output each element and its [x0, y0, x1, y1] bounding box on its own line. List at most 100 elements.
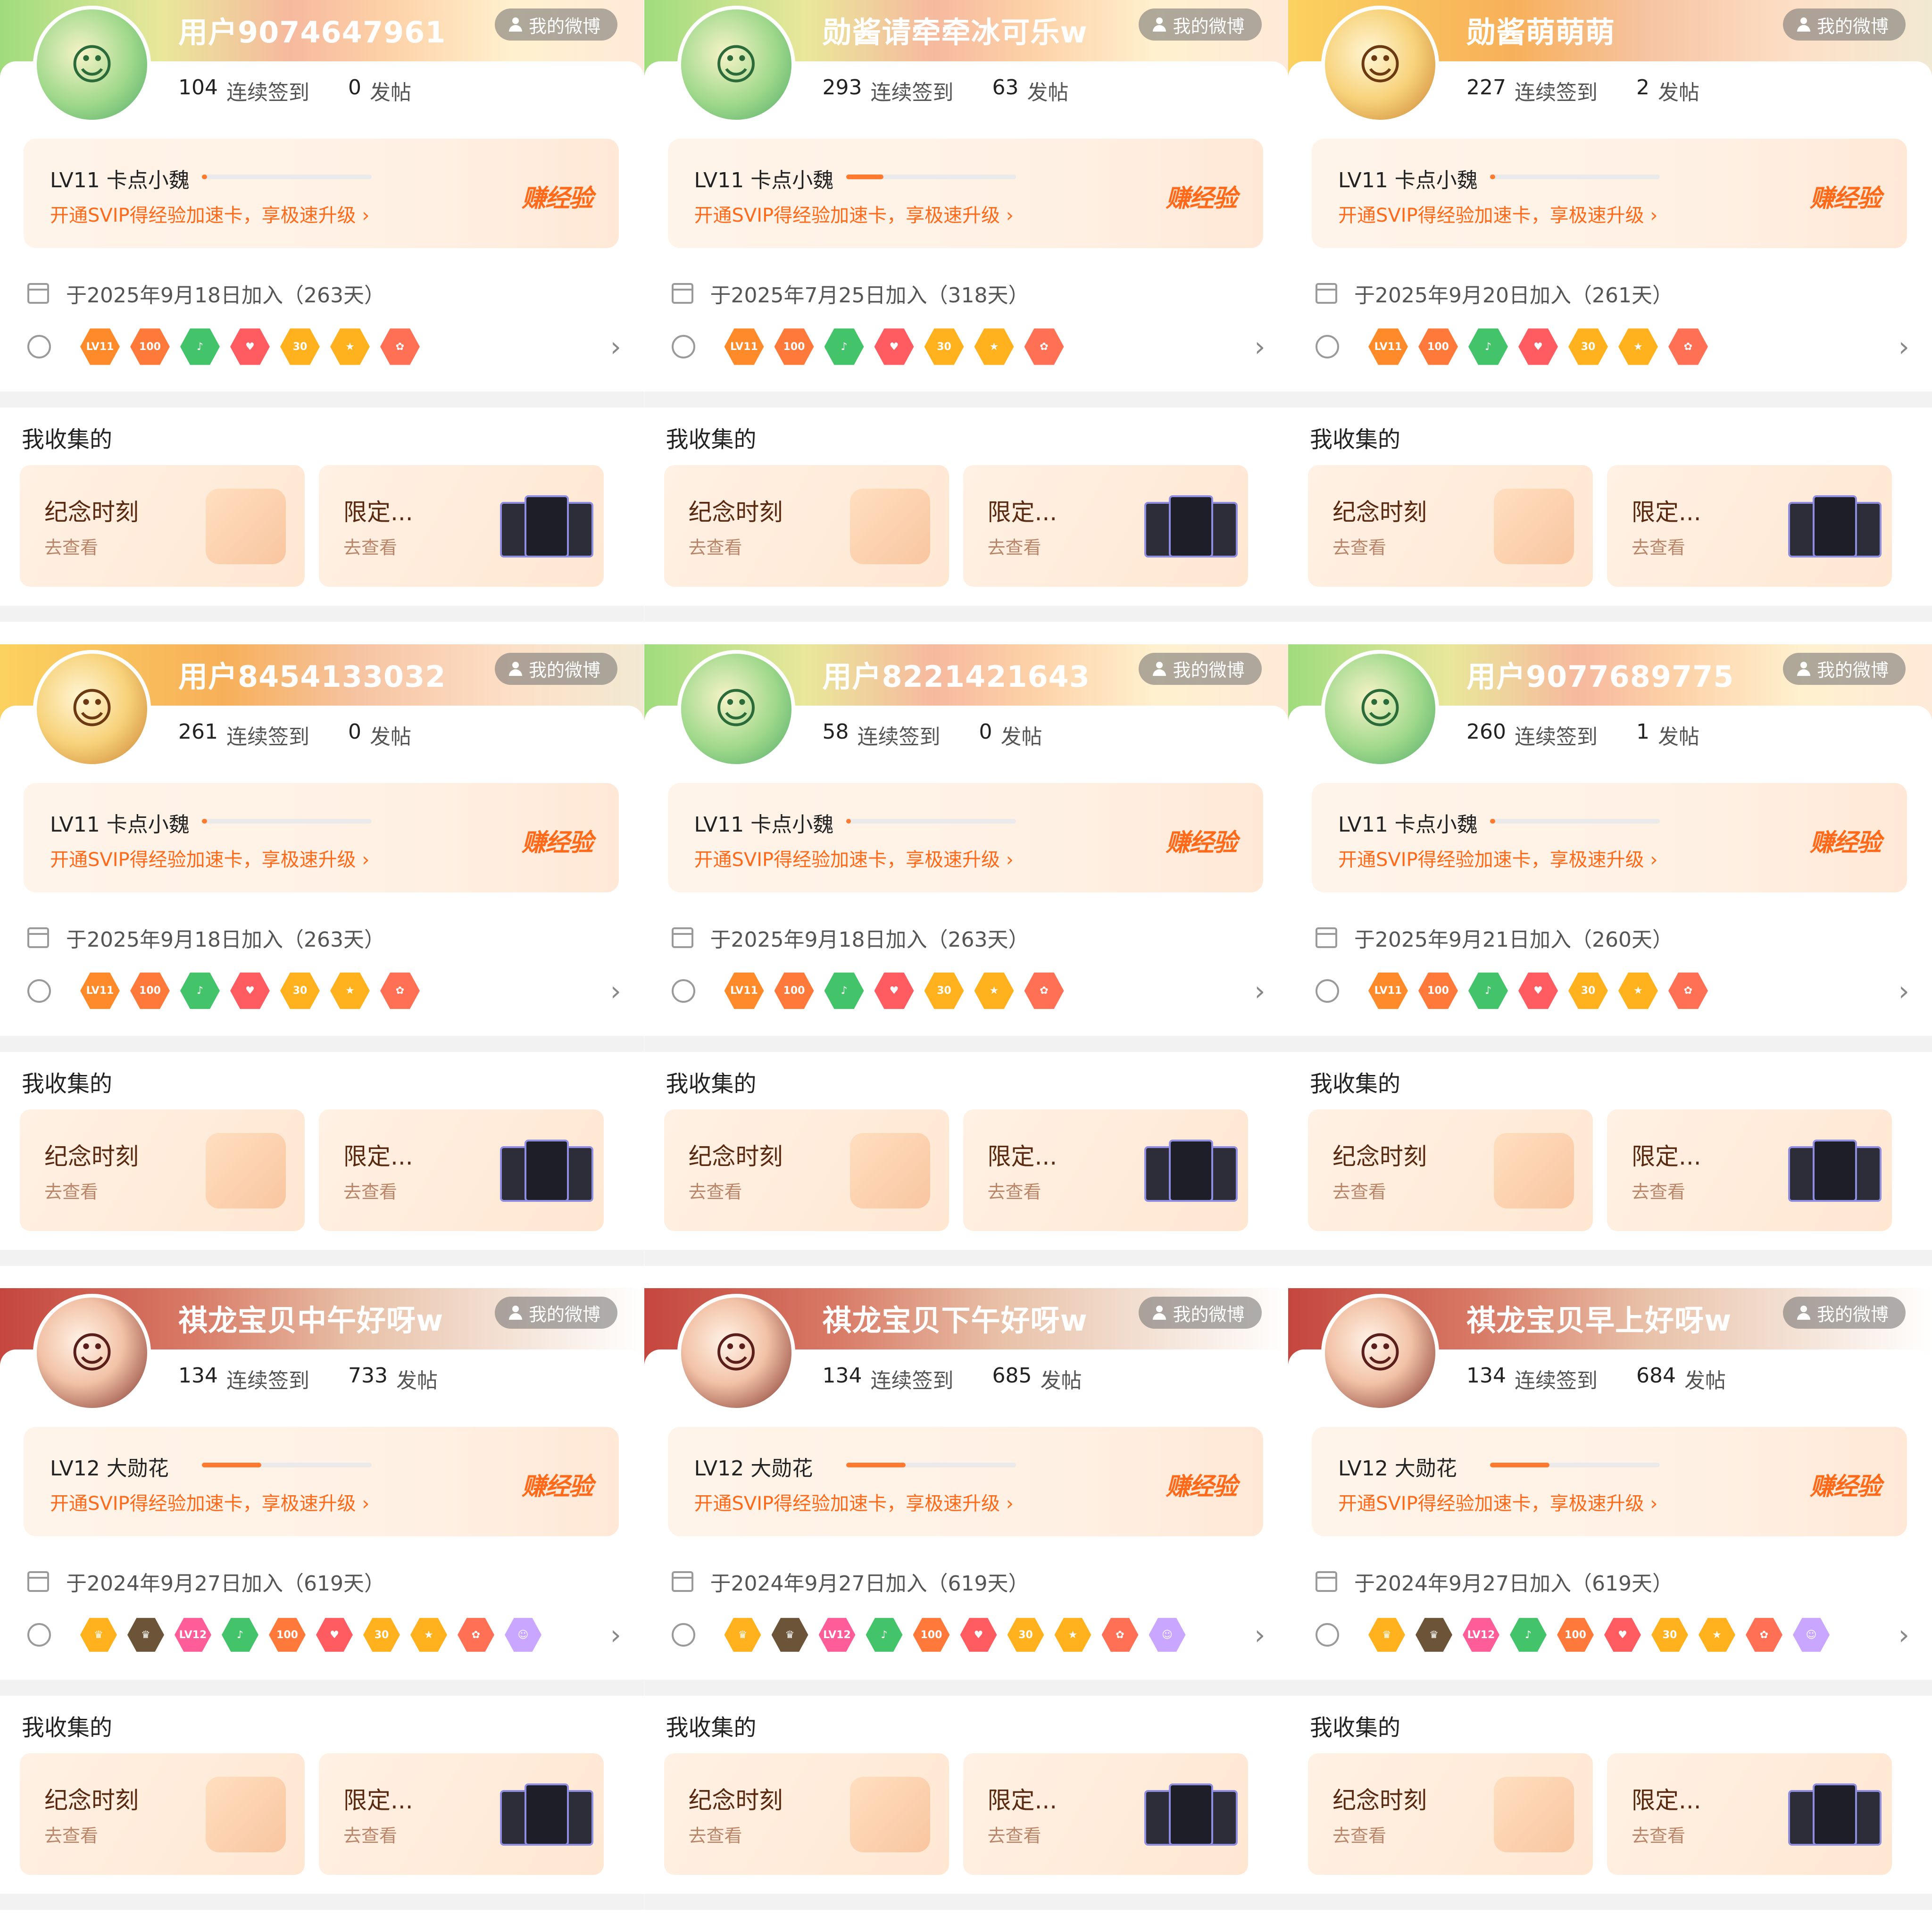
- avatar[interactable]: ☺: [677, 650, 795, 768]
- earn-exp-button[interactable]: 赚经验: [1166, 178, 1237, 214]
- photo-card: [525, 1783, 569, 1846]
- level-progress-fill: [202, 818, 207, 824]
- level-card[interactable]: LV12 大勋花 开通SVIP得经验加速卡，享极速升级 › 赚经验: [667, 1427, 1263, 1536]
- my-weibo-button[interactable]: 我的微博: [494, 8, 617, 41]
- level-card[interactable]: LV11 卡点小魏 开通SVIP得经验加速卡，享极速升级 › 赚经验: [667, 139, 1263, 248]
- svip-promo-link[interactable]: 开通SVIP得经验加速卡，享极速升级 ›: [694, 844, 1014, 872]
- checkin-count: 293: [822, 75, 862, 100]
- badge-row[interactable]: LV11 100 ♪ ♥ 30 ★ ✿: [27, 325, 420, 368]
- my-weibo-button[interactable]: 我的微博: [1139, 8, 1262, 41]
- memorial-moment-tile[interactable]: 纪念时刻 去查看: [1308, 465, 1593, 587]
- avatar[interactable]: ☺: [1321, 1294, 1439, 1412]
- memorial-moment-tile[interactable]: 纪念时刻 去查看: [664, 465, 949, 587]
- chevron-right-icon[interactable]: ›: [1899, 1614, 1909, 1656]
- earn-exp-button[interactable]: 赚经验: [522, 823, 593, 858]
- memorial-moment-tile[interactable]: 纪念时刻 去查看: [20, 1109, 305, 1231]
- posts-label: 发帖: [1684, 1369, 1726, 1393]
- svip-promo-link[interactable]: 开通SVIP得经验加速卡，享极速升级 ›: [1338, 1488, 1657, 1516]
- memorial-moment-tile[interactable]: 纪念时刻 去查看: [20, 1753, 305, 1875]
- limited-card-tile[interactable]: 限定... 去查看: [319, 1109, 604, 1231]
- chevron-right-icon[interactable]: ›: [610, 970, 621, 1012]
- limited-card-tile[interactable]: 限定... 去查看: [319, 465, 604, 587]
- memorial-moment-tile[interactable]: 纪念时刻 去查看: [1308, 1109, 1593, 1231]
- my-weibo-button[interactable]: 我的微博: [1782, 652, 1906, 685]
- earn-exp-button[interactable]: 赚经验: [1810, 178, 1882, 214]
- limited-card-tile[interactable]: 限定... 去查看: [963, 1753, 1248, 1875]
- level-card[interactable]: LV12 大勋花 开通SVIP得经验加速卡，享极速升级 › 赚经验: [1312, 1427, 1907, 1536]
- my-weibo-button[interactable]: 我的微博: [494, 1297, 617, 1329]
- avatar[interactable]: ☺: [33, 650, 151, 768]
- my-weibo-button[interactable]: 我的微博: [1139, 1297, 1262, 1329]
- posts-count: 0: [979, 719, 992, 744]
- medal-icon: [27, 335, 51, 358]
- my-weibo-button[interactable]: 我的微博: [1782, 1297, 1906, 1329]
- earn-exp-button[interactable]: 赚经验: [522, 178, 593, 214]
- svip-promo-link[interactable]: 开通SVIP得经验加速卡，享极速升级 ›: [50, 1488, 369, 1516]
- badge-row[interactable]: LV11 100 ♪ ♥ 30 ★ ✿: [1316, 325, 1708, 368]
- memorial-moment-tile[interactable]: 纪念时刻 去查看: [1308, 1753, 1593, 1875]
- photo-cards-icon: [1144, 1783, 1238, 1846]
- badge-icon: ♪: [1468, 328, 1508, 365]
- section-divider: [1288, 1035, 1932, 1052]
- limited-card-tile[interactable]: 限定... 去查看: [963, 1109, 1248, 1231]
- level-card[interactable]: LV11 卡点小魏 开通SVIP得经验加速卡，享极速升级 › 赚经验: [24, 783, 619, 892]
- level-card[interactable]: LV11 卡点小魏 开通SVIP得经验加速卡，享极速升级 › 赚经验: [1312, 139, 1907, 248]
- chevron-right-icon[interactable]: ›: [610, 1614, 621, 1656]
- limited-card-tile[interactable]: 限定... 去查看: [1607, 1753, 1892, 1875]
- username: 祺龙宝贝早上好呀w: [1466, 1303, 1732, 1338]
- badge-row[interactable]: LV11 100 ♪ ♥ 30 ★ ✿: [671, 325, 1064, 368]
- avatar[interactable]: ☺: [1321, 650, 1439, 768]
- limited-card-tile[interactable]: 限定... 去查看: [963, 465, 1248, 587]
- svip-promo-link[interactable]: 开通SVIP得经验加速卡，享极速升级 ›: [50, 200, 369, 227]
- earn-exp-button[interactable]: 赚经验: [1810, 823, 1882, 858]
- memorial-moment-tile[interactable]: 纪念时刻 去查看: [20, 465, 305, 587]
- limited-view-link: 去查看: [343, 1825, 398, 1846]
- earn-exp-button[interactable]: 赚经验: [1810, 1466, 1882, 1502]
- my-weibo-button[interactable]: 我的微博: [1139, 652, 1262, 685]
- memorial-moment-tile[interactable]: 纪念时刻 去查看: [664, 1753, 949, 1875]
- level-card[interactable]: LV12 大勋花 开通SVIP得经验加速卡，享极速升级 › 赚经验: [24, 1427, 619, 1536]
- checkin-label: 连续签到: [1514, 724, 1598, 749]
- svip-promo-link[interactable]: 开通SVIP得经验加速卡，享极速升级 ›: [694, 1488, 1014, 1516]
- level-name: LV11 卡点小魏: [694, 812, 834, 837]
- badge-row[interactable]: ♛ ♛ LV12 ♪ 100 ♥ 30 ★ ✿ ☺: [1316, 1614, 1830, 1656]
- photo-cards-icon: [1788, 1783, 1882, 1846]
- chevron-right-icon[interactable]: ›: [1899, 970, 1909, 1012]
- avatar[interactable]: ☺: [33, 1294, 151, 1412]
- avatar[interactable]: ☺: [677, 6, 795, 124]
- svip-promo-link[interactable]: 开通SVIP得经验加速卡，享极速升级 ›: [694, 200, 1014, 227]
- badge-row[interactable]: ♛ ♛ LV12 ♪ 100 ♥ 30 ★ ✿ ☺: [671, 1614, 1186, 1656]
- badge-row[interactable]: LV11 100 ♪ ♥ 30 ★ ✿: [27, 970, 420, 1012]
- my-weibo-button[interactable]: 我的微博: [1782, 8, 1906, 41]
- earn-exp-button[interactable]: 赚经验: [1166, 1466, 1237, 1502]
- avatar[interactable]: ☺: [677, 1294, 795, 1412]
- svip-promo-link[interactable]: 开通SVIP得经验加速卡，享极速升级 ›: [1338, 200, 1657, 227]
- level-card[interactable]: LV11 卡点小魏 开通SVIP得经验加速卡，享极速升级 › 赚经验: [24, 139, 619, 248]
- badge-icon: ☺: [1793, 1618, 1830, 1652]
- level-card[interactable]: LV11 卡点小魏 开通SVIP得经验加速卡，享极速升级 › 赚经验: [667, 783, 1263, 892]
- avatar[interactable]: ☺: [33, 6, 151, 124]
- limited-card-tile[interactable]: 限定... 去查看: [1607, 1109, 1892, 1231]
- chevron-right-icon[interactable]: ›: [1899, 325, 1909, 368]
- level-card[interactable]: LV11 卡点小魏 开通SVIP得经验加速卡，享极速升级 › 赚经验: [1312, 783, 1907, 892]
- avatar[interactable]: ☺: [1321, 6, 1439, 124]
- my-weibo-label: 我的微博: [528, 16, 600, 37]
- badge-row[interactable]: ♛ ♛ LV12 ♪ 100 ♥ 30 ★ ✿ ☺: [27, 1614, 541, 1656]
- chevron-right-icon[interactable]: ›: [1254, 970, 1265, 1012]
- badge-row[interactable]: LV11 100 ♪ ♥ 30 ★ ✿: [671, 970, 1064, 1012]
- svip-promo-link[interactable]: 开通SVIP得经验加速卡，享极速升级 ›: [50, 844, 369, 872]
- chevron-right-icon[interactable]: ›: [1254, 1614, 1265, 1656]
- earn-exp-button[interactable]: 赚经验: [1166, 823, 1237, 858]
- chevron-right-icon[interactable]: ›: [610, 325, 621, 368]
- chevron-right-icon[interactable]: ›: [1254, 325, 1265, 368]
- memorial-view-link: 去查看: [44, 1181, 99, 1202]
- svip-promo-link[interactable]: 开通SVIP得经验加速卡，享极速升级 ›: [1338, 844, 1657, 872]
- limited-card-tile[interactable]: 限定... 去查看: [1607, 465, 1892, 587]
- earn-exp-button[interactable]: 赚经验: [522, 1466, 593, 1502]
- memorial-moment-tile[interactable]: 纪念时刻 去查看: [664, 1109, 949, 1231]
- limited-card-tile[interactable]: 限定... 去查看: [319, 1753, 604, 1875]
- my-weibo-button[interactable]: 我的微博: [494, 652, 617, 685]
- medal-icon: [27, 979, 51, 1003]
- badge-row[interactable]: LV11 100 ♪ ♥ 30 ★ ✿: [1316, 970, 1708, 1012]
- calendar-gift-icon: [849, 489, 930, 564]
